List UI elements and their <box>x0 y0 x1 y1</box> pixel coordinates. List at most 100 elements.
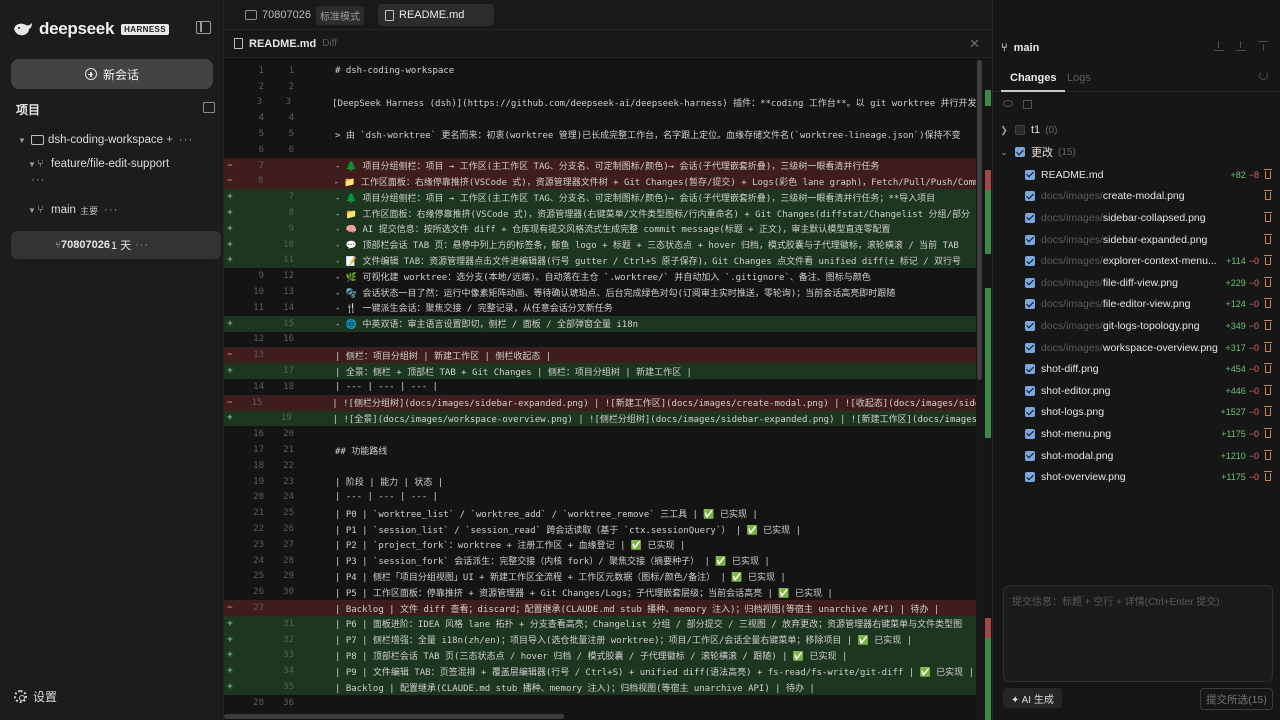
changed-file-item[interactable]: shot-logs.png +1527 −0 <box>993 402 1280 424</box>
changed-file-item[interactable]: docs/images/sidebar-collapsed.png <box>993 207 1280 229</box>
fetch-icon[interactable] <box>1214 41 1224 51</box>
changed-file-item[interactable]: docs/images/sidebar-expanded.png <box>993 229 1280 251</box>
file-checkbox[interactable] <box>1025 169 1035 180</box>
chevron-down-icon[interactable]: ▼ <box>27 206 37 215</box>
code-text: | P7 | 侧栏增强：全量 i18n(zh/en)；项目导入(选仓批量注册 w… <box>335 636 913 647</box>
changed-file-item[interactable]: shot-editor.png +446 −0 <box>993 380 1280 402</box>
session-status-icon: ⑂ <box>55 239 61 251</box>
old-line-number: 13 <box>253 350 264 361</box>
file-checkbox[interactable] <box>1025 234 1035 245</box>
close-icon[interactable]: ✕ <box>969 36 980 52</box>
commit-selected-button[interactable]: 提交所选(15) <box>1200 688 1273 710</box>
changed-file-item[interactable]: docs/images/create-modal.png <box>993 186 1280 208</box>
discard-icon[interactable] <box>1264 384 1272 395</box>
session-more-button[interactable]: ··· <box>135 239 149 251</box>
file-checkbox[interactable] <box>1025 191 1035 202</box>
changelist-group[interactable]: ❯ t1 (0) <box>993 121 1280 139</box>
changed-file-item[interactable]: shot-overview.png +1175 −0 <box>993 466 1280 488</box>
tab-logs[interactable]: Logs <box>1067 72 1091 84</box>
worktree-item-main[interactable]: ▼ ⑂ main 主要 ··· <box>0 200 224 220</box>
session-item[interactable]: ⑂ 70807026 1 天 ··· <box>11 231 221 259</box>
old-line-number: 6 <box>258 144 264 155</box>
add-project-icon[interactable] <box>203 102 215 113</box>
changed-file-item[interactable]: docs/images/explorer-context-menu... +114… <box>993 250 1280 272</box>
refresh-icon[interactable] <box>1259 71 1268 80</box>
discard-icon[interactable] <box>1264 341 1272 352</box>
chevron-right-icon[interactable]: ❯ <box>993 125 1015 136</box>
scroll-thumb[interactable] <box>224 714 564 719</box>
discard-icon[interactable] <box>1264 427 1272 438</box>
code-text: ## 功能路线 <box>335 446 388 457</box>
file-checkbox[interactable] <box>1025 385 1035 396</box>
group-checkbox[interactable] <box>1015 125 1025 135</box>
discard-icon[interactable] <box>1264 406 1272 417</box>
commit-message-input[interactable]: 提交信息：标题 + 空行 + 详情(Ctrl+Enter 提交) <box>1003 585 1273 682</box>
worktree-more-button[interactable]: ··· <box>31 174 46 186</box>
code-text: | Backlog | 文件 diff 查看；discard；配置继承(CLAU… <box>335 604 940 615</box>
group-checkbox[interactable] <box>1015 147 1025 157</box>
changed-file-item[interactable]: docs/images/file-diff-view.png +229 −0 <box>993 272 1280 294</box>
file-checkbox[interactable] <box>1025 342 1035 353</box>
changelist-group[interactable]: ⌄ 更改 (15) <box>993 143 1280 161</box>
file-checkbox[interactable] <box>1025 320 1035 331</box>
removed-count: −8 <box>1248 169 1259 180</box>
chevron-down-icon[interactable]: ▼ <box>27 160 37 169</box>
discard-icon[interactable] <box>1264 168 1272 179</box>
pull-icon[interactable] <box>1236 41 1246 51</box>
discard-icon[interactable] <box>1264 255 1272 266</box>
file-checkbox[interactable] <box>1025 212 1035 223</box>
worktree-more-button[interactable]: ··· <box>104 204 119 216</box>
ai-generate-button[interactable]: ✦ AI 生成 <box>1003 688 1062 708</box>
file-checkbox[interactable] <box>1025 428 1035 439</box>
horizontal-scrollbar[interactable] <box>224 712 976 720</box>
discard-icon[interactable] <box>1264 449 1272 460</box>
sidebar-toggle-icon[interactable] <box>196 21 211 34</box>
discard-icon[interactable] <box>1264 363 1272 374</box>
changed-file-item[interactable]: docs/images/file-editor-view.png +124 −0 <box>993 294 1280 316</box>
old-line-number: 28 <box>253 697 264 708</box>
file-checkbox[interactable] <box>1025 450 1035 461</box>
project-item[interactable]: ▼ dsh-coding-workspace + ··· <box>0 130 224 150</box>
scroll-thumb[interactable] <box>977 60 982 380</box>
changed-file-item[interactable]: docs/images/git-logs-topology.png +349 −0 <box>993 315 1280 337</box>
chevron-down-icon[interactable]: ⌄ <box>993 147 1015 158</box>
new-session-button[interactable]: 新会话 <box>11 59 213 89</box>
tab-readme[interactable]: README.md <box>378 4 494 26</box>
changed-file-item[interactable]: docs/images/workspace-overview.png +317 −0 <box>993 337 1280 359</box>
discard-icon[interactable] <box>1264 233 1272 244</box>
chevron-down-icon[interactable]: ▼ <box>17 136 27 145</box>
changed-file-item[interactable]: README.md +82 −8 <box>993 164 1280 186</box>
discard-icon[interactable] <box>1264 298 1272 309</box>
project-more-button[interactable]: ··· <box>179 134 194 146</box>
vertical-scrollbar[interactable] <box>976 58 984 720</box>
diff-minimap[interactable] <box>984 58 992 720</box>
push-icon[interactable] <box>1258 41 1268 51</box>
changed-file-item[interactable]: shot-diff.png +454 −0 <box>993 358 1280 380</box>
file-checkbox[interactable] <box>1025 472 1035 483</box>
added-count: +1210 <box>1220 450 1246 461</box>
discard-icon[interactable] <box>1264 471 1272 482</box>
discard-icon[interactable] <box>1264 319 1272 330</box>
tab-session[interactable]: 70807026 标准模式 <box>238 4 371 26</box>
tab-changes[interactable]: Changes <box>1010 72 1056 84</box>
settings-button[interactable]: 设置 <box>14 688 57 705</box>
changed-file-item[interactable]: shot-modal.png +1210 −0 <box>993 445 1280 467</box>
eye-icon[interactable] <box>1003 100 1013 107</box>
discard-icon[interactable] <box>1264 276 1272 287</box>
project-add-button[interactable]: + <box>166 134 173 146</box>
diff-line: 20 24 | --- | --- | --- | <box>224 490 976 506</box>
layout-icon[interactable] <box>1023 100 1032 109</box>
file-checkbox[interactable] <box>1025 407 1035 418</box>
changed-file-item[interactable]: shot-menu.png +1175 −0 <box>993 423 1280 445</box>
group-name: 更改 <box>1031 147 1053 159</box>
file-checkbox[interactable] <box>1025 364 1035 375</box>
file-checkbox[interactable] <box>1025 299 1035 310</box>
discard-icon[interactable] <box>1264 190 1272 201</box>
diff-editor[interactable]: 1 1 # dsh-coding-workspace 2 2 3 3 [DeepSeek Ha… <box>224 58 976 712</box>
discard-icon[interactable] <box>1264 211 1272 222</box>
file-checkbox[interactable] <box>1025 277 1035 288</box>
file-checkbox[interactable] <box>1025 256 1035 267</box>
code-text: - 🍴 一键派生会话：聚焦交接 / 完整记录，从任意会话分叉新任务 <box>335 304 613 315</box>
diff-marker: − <box>227 603 233 614</box>
code-text: | P1 | `session_list` / `session_read` 跨… <box>335 525 801 536</box>
